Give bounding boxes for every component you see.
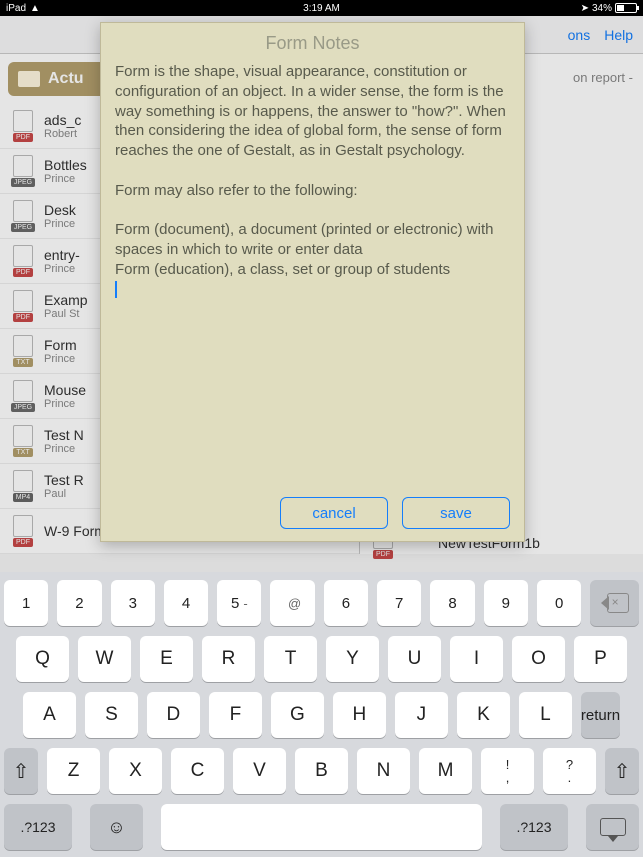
letter-key[interactable]: J — [395, 692, 448, 738]
device-label: iPad — [6, 3, 26, 14]
keyboard-row-numbers: 12345-@67890 × — [4, 580, 639, 626]
keyboard-row-zxcv: ⇧ ZXCVBNM !,?. ⇧ — [4, 748, 639, 794]
dismiss-keyboard-icon — [600, 818, 626, 836]
modal-textarea[interactable]: Form is the shape, visual appearance, co… — [115, 62, 510, 489]
letter-key[interactable]: L — [519, 692, 572, 738]
letter-key[interactable]: A — [23, 692, 76, 738]
number-key[interactable]: 4 — [164, 580, 208, 626]
emoji-key[interactable]: ☺ — [90, 804, 143, 850]
punct-key[interactable]: !, — [481, 748, 534, 794]
form-notes-modal: Form Notes Form is the shape, visual app… — [100, 22, 525, 542]
backspace-key[interactable]: × — [590, 580, 639, 626]
letter-key[interactable]: D — [147, 692, 200, 738]
return-key[interactable]: return — [581, 692, 620, 738]
letter-key[interactable]: U — [388, 636, 441, 682]
modal-title: Form Notes — [115, 33, 510, 54]
letter-key[interactable]: V — [233, 748, 286, 794]
numtoggle-key-right[interactable]: .?123 — [500, 804, 568, 850]
letter-key[interactable]: H — [333, 692, 386, 738]
letter-key[interactable]: T — [264, 636, 317, 682]
keyboard-row-qwerty: QWERTYUIOP — [4, 636, 639, 682]
letter-key[interactable]: B — [295, 748, 348, 794]
onscreen-keyboard: 12345-@67890 × QWERTYUIOP ASDFGHJKL retur… — [0, 572, 643, 857]
letter-key[interactable]: Q — [16, 636, 69, 682]
number-key[interactable]: 8 — [430, 580, 474, 626]
letter-key[interactable]: P — [574, 636, 627, 682]
letter-key[interactable]: F — [209, 692, 262, 738]
dismiss-keyboard-key[interactable] — [586, 804, 639, 850]
letter-key[interactable]: G — [271, 692, 324, 738]
shift-key-left[interactable]: ⇧ — [4, 748, 38, 794]
number-key[interactable]: @ — [270, 580, 314, 626]
letter-key[interactable]: S — [85, 692, 138, 738]
location-icon: ➤ — [581, 3, 589, 14]
letter-key[interactable]: K — [457, 692, 510, 738]
number-key[interactable]: 6 — [324, 580, 368, 626]
number-key[interactable]: 1 — [4, 580, 48, 626]
letter-key[interactable]: W — [78, 636, 131, 682]
wifi-icon: ▲ — [30, 3, 40, 14]
status-bar: iPad ▲ 3:19 AM ➤ 34% — [0, 0, 643, 16]
modal-actions: cancel save — [115, 497, 510, 529]
number-key[interactable]: 7 — [377, 580, 421, 626]
battery-icon — [615, 3, 637, 13]
save-button[interactable]: save — [402, 497, 510, 529]
punct-key[interactable]: ?. — [543, 748, 596, 794]
letter-key[interactable]: X — [109, 748, 162, 794]
letter-key[interactable]: I — [450, 636, 503, 682]
clock: 3:19 AM — [303, 3, 340, 14]
number-key[interactable]: 0 — [537, 580, 581, 626]
letter-key[interactable]: N — [357, 748, 410, 794]
shift-icon: ⇧ — [13, 759, 30, 784]
number-key[interactable]: 5- — [217, 580, 261, 626]
letter-key[interactable]: C — [171, 748, 224, 794]
modal-text: Form is the shape, visual appearance, co… — [115, 63, 510, 278]
space-key[interactable] — [161, 804, 482, 850]
keyboard-row-asdf: ASDFGHJKL return — [4, 692, 639, 738]
number-key[interactable]: 3 — [111, 580, 155, 626]
shift-icon: ⇧ — [614, 759, 631, 784]
letter-key[interactable]: M — [419, 748, 472, 794]
backspace-icon: × — [601, 593, 629, 613]
number-key[interactable]: 9 — [484, 580, 528, 626]
number-key[interactable]: 2 — [57, 580, 101, 626]
shift-key-right[interactable]: ⇧ — [605, 748, 639, 794]
letter-key[interactable]: Z — [47, 748, 100, 794]
letter-key[interactable]: O — [512, 636, 565, 682]
letter-key[interactable]: R — [202, 636, 255, 682]
letter-key[interactable]: E — [140, 636, 193, 682]
text-cursor — [115, 281, 117, 298]
battery-percent: 34% — [592, 3, 612, 14]
cancel-button[interactable]: cancel — [280, 497, 388, 529]
keyboard-row-bottom: .?123 ☺ .?123 — [4, 804, 639, 850]
numtoggle-key-left[interactable]: .?123 — [4, 804, 72, 850]
letter-key[interactable]: Y — [326, 636, 379, 682]
